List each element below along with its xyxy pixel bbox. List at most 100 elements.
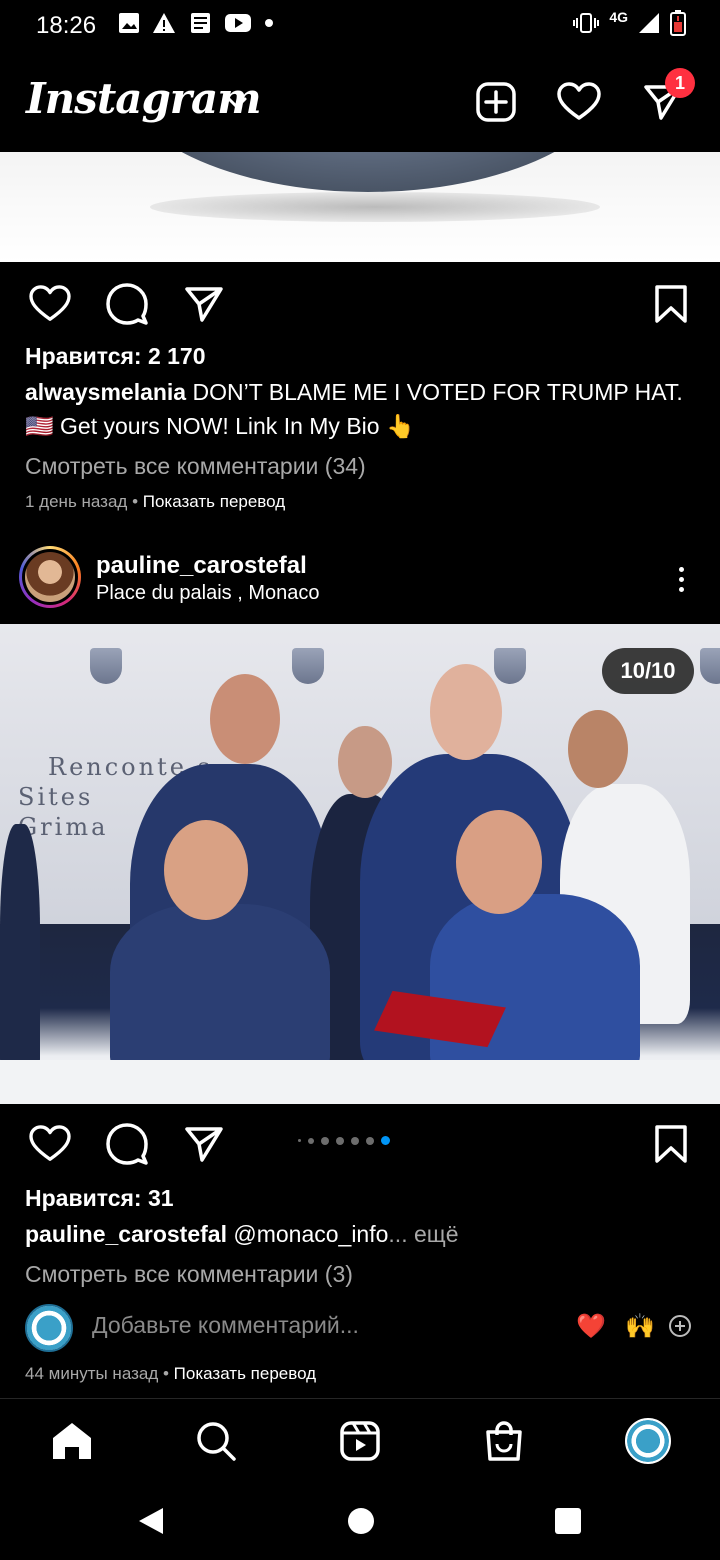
person-head xyxy=(164,820,248,920)
gallery-icon xyxy=(119,13,139,33)
person-head xyxy=(210,674,280,764)
carousel-dot xyxy=(308,1137,314,1144)
home-icon xyxy=(53,1423,91,1459)
nav-shop[interactable] xyxy=(480,1417,528,1465)
hat-shadow xyxy=(150,192,600,222)
heart-icon xyxy=(557,82,601,120)
post2-view-comments[interactable]: Смотреть все комментарии (3) xyxy=(25,1258,353,1290)
reels-icon xyxy=(340,1421,380,1461)
post2-author[interactable]: pauline_carostefal xyxy=(25,1221,227,1247)
network-type: 4G xyxy=(609,9,628,25)
back-icon xyxy=(139,1508,163,1534)
post2-meta: 44 минуты назад • Показать перевод xyxy=(25,1358,316,1390)
caption-more-link[interactable]: ... ещё xyxy=(388,1221,458,1247)
home-button[interactable] xyxy=(346,1506,376,1536)
share-button[interactable] xyxy=(182,282,226,326)
post2-header: pauline_carostefal Place du palais , Mon… xyxy=(0,538,720,624)
post-image-signing[interactable]: Renconte s Sites Grima xyxy=(0,624,720,1104)
share-icon xyxy=(185,287,223,322)
post-image-hat[interactable] xyxy=(0,152,720,262)
nav-reels[interactable] xyxy=(336,1417,384,1465)
nav-home[interactable] xyxy=(48,1417,96,1465)
post2-caption: pauline_carostefal @monaco_info... ещё xyxy=(25,1218,459,1250)
crest-icon xyxy=(90,648,122,684)
post1-author[interactable]: alwaysmelania xyxy=(25,379,186,405)
post1-meta: 1 день назад • Показать перевод xyxy=(25,486,285,518)
carousel-dot xyxy=(336,1136,344,1145)
post2-username[interactable]: pauline_carostefal xyxy=(96,552,307,580)
carousel-dot xyxy=(366,1136,374,1145)
recents-icon xyxy=(555,1508,581,1534)
carousel-dots xyxy=(298,1136,390,1145)
save-button[interactable] xyxy=(649,282,693,326)
dm-badge: 1 xyxy=(665,68,695,98)
story-ring[interactable] xyxy=(19,546,81,608)
back-button[interactable] xyxy=(136,1506,166,1536)
battery-low-icon xyxy=(670,10,686,36)
post1-likes[interactable]: Нравится: 2 170 xyxy=(25,340,206,372)
notification-icons xyxy=(118,12,274,34)
heart-emoji-button[interactable]: ❤️ xyxy=(576,1312,606,1341)
post1-actions xyxy=(0,262,720,342)
like-button[interactable] xyxy=(28,282,72,326)
add-comment-input[interactable]: Добавьте комментарий... xyxy=(92,1312,359,1339)
person-edge xyxy=(0,824,40,1084)
post1-separator: • xyxy=(127,492,143,511)
person-head xyxy=(456,810,542,914)
person-head xyxy=(430,664,502,760)
warning-icon xyxy=(153,13,175,33)
bookmark-icon xyxy=(655,1125,687,1163)
system-navigation xyxy=(0,1482,720,1560)
recents-button[interactable] xyxy=(553,1506,583,1536)
post2-translate-link[interactable]: Показать перевод xyxy=(174,1364,316,1383)
post1-translate-link[interactable]: Показать перевод xyxy=(143,492,285,511)
carousel-dot-active xyxy=(381,1136,390,1145)
carousel-dot xyxy=(298,1139,301,1142)
nav-profile[interactable] xyxy=(624,1417,672,1465)
post2-separator: • xyxy=(158,1364,174,1383)
system-icons: 4G xyxy=(573,9,686,36)
post1-caption-text: DON’T BLAME ME I VOTED FOR TRUMP HAT. xyxy=(186,379,683,405)
add-emoji-icon[interactable] xyxy=(668,1314,692,1338)
comment-button[interactable] xyxy=(105,1122,149,1166)
vibrate-icon xyxy=(573,13,600,33)
avatar xyxy=(25,1304,73,1352)
post2-caption-mention[interactable]: @monaco_info xyxy=(227,1221,388,1247)
carousel-dot xyxy=(351,1136,359,1145)
news-icon xyxy=(191,13,210,33)
post1-caption: alwaysmelania DON’T BLAME ME I VOTED FOR… xyxy=(25,376,683,408)
dot-icon xyxy=(265,19,273,27)
post2-likes[interactable]: Нравится: 31 xyxy=(25,1182,174,1214)
home-circle-icon xyxy=(348,1508,374,1534)
person-head xyxy=(338,726,392,798)
status-time: 18:26 xyxy=(36,12,97,39)
save-button[interactable] xyxy=(649,1122,693,1166)
create-post-icon xyxy=(476,82,516,122)
person-seated-left xyxy=(110,904,330,1074)
raised-hands-emoji-button[interactable]: 🙌 xyxy=(625,1312,655,1341)
add-comment-row: Добавьте комментарий... ❤️ 🙌 xyxy=(0,1298,720,1358)
create-post-button[interactable] xyxy=(474,80,518,124)
like-button[interactable] xyxy=(28,1122,72,1166)
table xyxy=(0,1060,720,1104)
search-icon xyxy=(197,1422,236,1461)
crest-icon xyxy=(292,648,324,684)
comment-button[interactable] xyxy=(105,282,149,326)
carousel-dot xyxy=(321,1136,329,1145)
shop-icon xyxy=(486,1421,522,1461)
heart-icon xyxy=(29,1125,71,1161)
status-bar: 18:26 4G xyxy=(0,0,720,52)
bookmark-icon xyxy=(655,285,687,323)
chevron-down-icon[interactable] xyxy=(226,96,248,110)
bottom-navigation xyxy=(0,1398,720,1482)
post2-location[interactable]: Place du palais , Monaco xyxy=(96,582,319,605)
nav-search[interactable] xyxy=(192,1417,240,1465)
heart-icon xyxy=(29,285,71,321)
activity-button[interactable] xyxy=(557,80,601,124)
profile-avatar xyxy=(625,1418,671,1464)
post1-view-comments[interactable]: Смотреть все комментарии (34) xyxy=(25,450,366,482)
more-options-icon[interactable] xyxy=(664,562,698,596)
share-button[interactable] xyxy=(182,1122,226,1166)
direct-messages-button[interactable]: 1 xyxy=(641,68,695,124)
post1-time: 1 день назад xyxy=(25,492,128,511)
